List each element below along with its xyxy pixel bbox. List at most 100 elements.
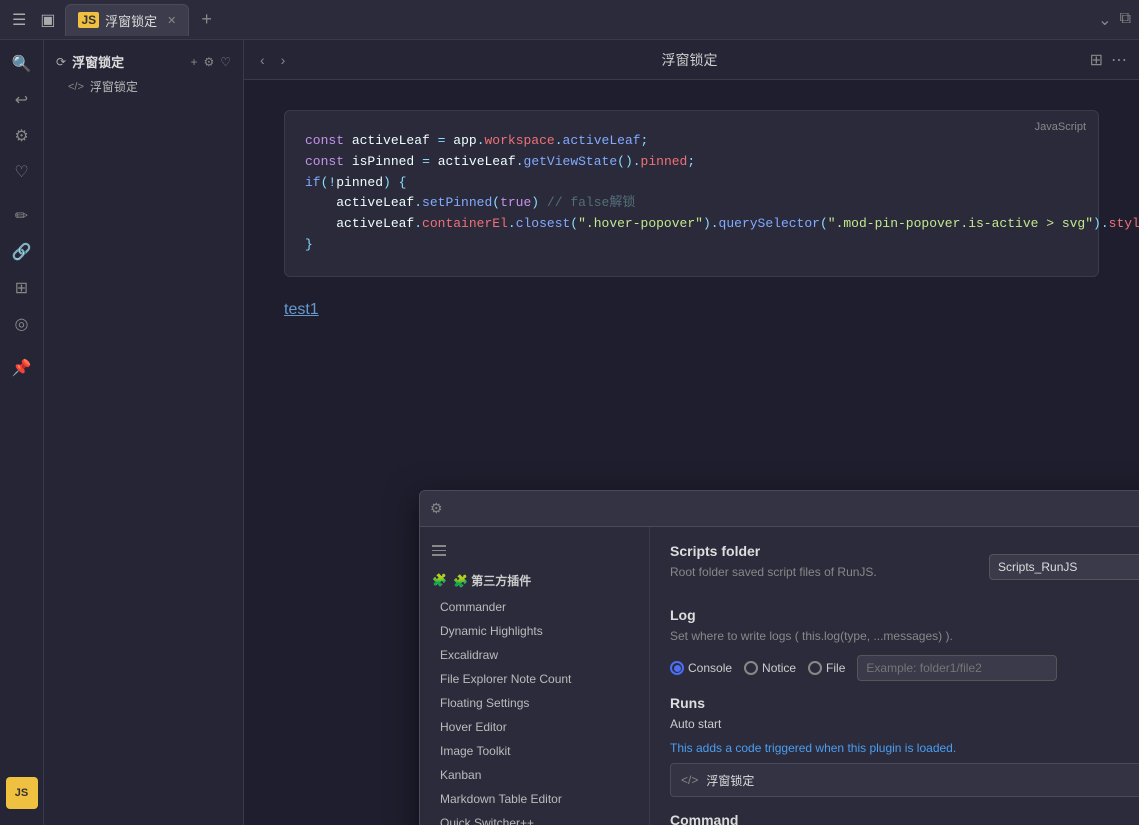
settings-gear-icon: ⚙ [430, 500, 443, 517]
menu-icon[interactable] [428, 541, 450, 560]
layout-icon[interactable]: ⊞ [1090, 50, 1103, 70]
active-tab[interactable]: JS 浮窗锁定 ✕ [65, 4, 189, 36]
runs-info: Runs Auto start [670, 695, 721, 737]
radio-notice-circle [744, 661, 758, 675]
radio-console-circle [670, 661, 684, 675]
runs-title: Runs [670, 695, 721, 711]
file-label: File [826, 661, 845, 675]
runs-header: Runs Auto start + [670, 695, 1139, 737]
code-line-4: activeLeaf.setPinned(true) // false解锁 [305, 193, 1078, 214]
add-tab-button[interactable]: + [195, 9, 218, 30]
file-code-icon: </> [68, 81, 84, 93]
content-area: ‹ › 浮窗锁定 ⊞ ⋯ JavaScript const activeLeaf… [244, 40, 1139, 825]
code-block: JavaScript const activeLeaf = app.worksp… [284, 110, 1099, 277]
log-options-row: Console Notice File [670, 655, 1139, 681]
plugin-section-header: 🧩 🧩 第三方插件 [420, 566, 649, 595]
plugin-item-excalidraw[interactable]: Excalidraw [420, 643, 649, 667]
more-icon[interactable]: ⋯ [1111, 50, 1127, 70]
log-path-input[interactable] [857, 655, 1057, 681]
app-icon: ▣ [36, 6, 59, 34]
content-topbar: ‹ › 浮窗锁定 ⊞ ⋯ [244, 40, 1139, 80]
radio-file[interactable]: File [808, 661, 845, 675]
tab-label: 浮窗锁定 [105, 11, 157, 30]
command-info: Command [670, 812, 738, 825]
code-line-1: const activeLeaf = app.workspace.activeL… [305, 131, 1078, 152]
undo-icon[interactable]: ↩ [6, 84, 38, 116]
plugin-item-file-explorer[interactable]: File Explorer Note Count [420, 667, 649, 691]
code-line-6: } [305, 235, 1078, 256]
code-line-2: const isPinned = activeLeaf.getViewState… [305, 152, 1078, 173]
file-tree: ⟳ 浮窗锁定 + ⚙ ♡ </> 浮窗锁定 [44, 40, 244, 825]
plugin-item-floating-settings[interactable]: Floating Settings [420, 691, 649, 715]
plugin-item-hover-editor[interactable]: Hover Editor [420, 715, 649, 739]
scripts-folder-section: Scripts folder Root folder saved script … [670, 543, 1139, 591]
puzzle-icon: 🧩 [432, 573, 447, 587]
run-item: </> 浮窗锁定 ⊕ ⊖ ⊗ [670, 763, 1139, 797]
content-title: 浮窗锁定 [297, 50, 1081, 70]
plugin-item-dynamic-highlights[interactable]: Dynamic Highlights [420, 619, 649, 643]
runs-section: Runs Auto start + This adds a code trigg… [670, 695, 1139, 797]
filter-icon[interactable]: ⚙ [6, 120, 38, 152]
search-icon[interactable]: 🔍 [6, 48, 38, 80]
grid-icon[interactable]: ⊞ [6, 272, 38, 304]
settings-dialog: ⚙ − ⤢ ✕ 🧩 🧩 第三方插件 [419, 490, 1139, 825]
plugin-item-commander[interactable]: Commander [420, 595, 649, 619]
main-layout: 🔍 ↩ ⚙ ♡ ✏ 🔗 ⊞ ◎ 📌 JS ⟳ 浮窗锁定 + ⚙ ♡ </> 浮窗… [0, 40, 1139, 825]
dialog-body: 🧩 🧩 第三方插件 Commander Dynamic Highlights E… [420, 527, 1139, 825]
code-language-label: JavaScript [1035, 119, 1086, 137]
dialog-titlebar: ⚙ − ⤢ ✕ [420, 491, 1139, 527]
forward-button[interactable]: › [277, 50, 290, 70]
command-title: Command [670, 812, 738, 825]
target-icon[interactable]: ◎ [6, 308, 38, 340]
link-icon[interactable]: 🔗 [6, 236, 38, 268]
scripts-folder-title: Scripts folder [670, 543, 981, 559]
edit-icon[interactable]: ✏ [6, 200, 38, 232]
new-file-icon[interactable]: + [190, 55, 197, 69]
command-section: Command + This adds a command that can b… [670, 809, 1139, 825]
scripts-folder-desc: Root folder saved script files of RunJS. [670, 565, 981, 579]
settings-content: Scripts folder Root folder saved script … [650, 527, 1139, 825]
code-line-5: activeLeaf.containerEl.closest(".hover-p… [305, 214, 1078, 235]
file-tree-actions: + ⚙ ♡ [190, 55, 231, 69]
plugin-item-quick-switcher[interactable]: Quick Switcher++ [420, 811, 649, 825]
bookmark-icon[interactable]: ♡ [6, 156, 38, 188]
plugin-item-image-toolkit[interactable]: Image Toolkit [420, 739, 649, 763]
file-tree-item[interactable]: </> 浮窗锁定 [44, 75, 243, 98]
refresh-icon[interactable]: ⟳ [56, 55, 66, 69]
code-icon: </> [681, 773, 698, 787]
plugin-item-kanban[interactable]: Kanban [420, 763, 649, 787]
top-bar: ☰ ▣ JS 浮窗锁定 ✕ + ⌄ ⧉ [0, 0, 1139, 40]
chevron-down-icon[interactable]: ⌄ [1098, 10, 1111, 30]
file-tree-header: ⟳ 浮窗锁定 + ⚙ ♡ [44, 48, 243, 75]
js-icon[interactable]: JS [6, 777, 38, 809]
log-title: Log [670, 607, 1139, 623]
split-view-icon[interactable]: ⧉ [1120, 10, 1131, 30]
file-tree-title: 浮窗锁定 [72, 52, 124, 71]
console-label: Console [688, 661, 732, 675]
back-button[interactable]: ‹ [256, 50, 269, 70]
content-topbar-right: ⊞ ⋯ [1090, 50, 1127, 70]
test-link[interactable]: test1 [284, 301, 319, 318]
scripts-folder-row: Scripts folder Root folder saved script … [670, 543, 1139, 591]
link-container: test1 [284, 301, 1099, 319]
tab-close-icon[interactable]: ✕ [167, 14, 176, 27]
notice-label: Notice [762, 661, 796, 675]
sidebar-icons: 🔍 ↩ ⚙ ♡ ✏ 🔗 ⊞ ◎ 📌 JS [0, 40, 44, 825]
plugin-item-markdown-table[interactable]: Markdown Table Editor [420, 787, 649, 811]
top-bar-right: ⌄ ⧉ [1098, 10, 1131, 30]
filter-files-icon[interactable]: ⚙ [203, 55, 214, 69]
auto-start-desc: This adds a code triggered when this plu… [670, 741, 1139, 755]
hamburger-icon[interactable]: ☰ [8, 6, 30, 34]
sort-icon[interactable]: ♡ [220, 55, 231, 69]
plugin-list: 🧩 🧩 第三方插件 Commander Dynamic Highlights E… [420, 527, 650, 825]
radio-notice[interactable]: Notice [744, 661, 796, 675]
auto-start-label: Auto start [670, 717, 721, 731]
pin-icon[interactable]: 📌 [6, 352, 38, 384]
radio-console[interactable]: Console [670, 661, 732, 675]
scripts-folder-info: Scripts folder Root folder saved script … [670, 543, 981, 591]
scripts-folder-input[interactable] [989, 554, 1139, 580]
log-section: Log Set where to write logs ( this.log(t… [670, 607, 1139, 681]
code-line-3: if(!pinned) { [305, 173, 1078, 194]
log-desc: Set where to write logs ( this.log(type,… [670, 629, 1139, 643]
file-item-label: 浮窗锁定 [90, 78, 138, 95]
